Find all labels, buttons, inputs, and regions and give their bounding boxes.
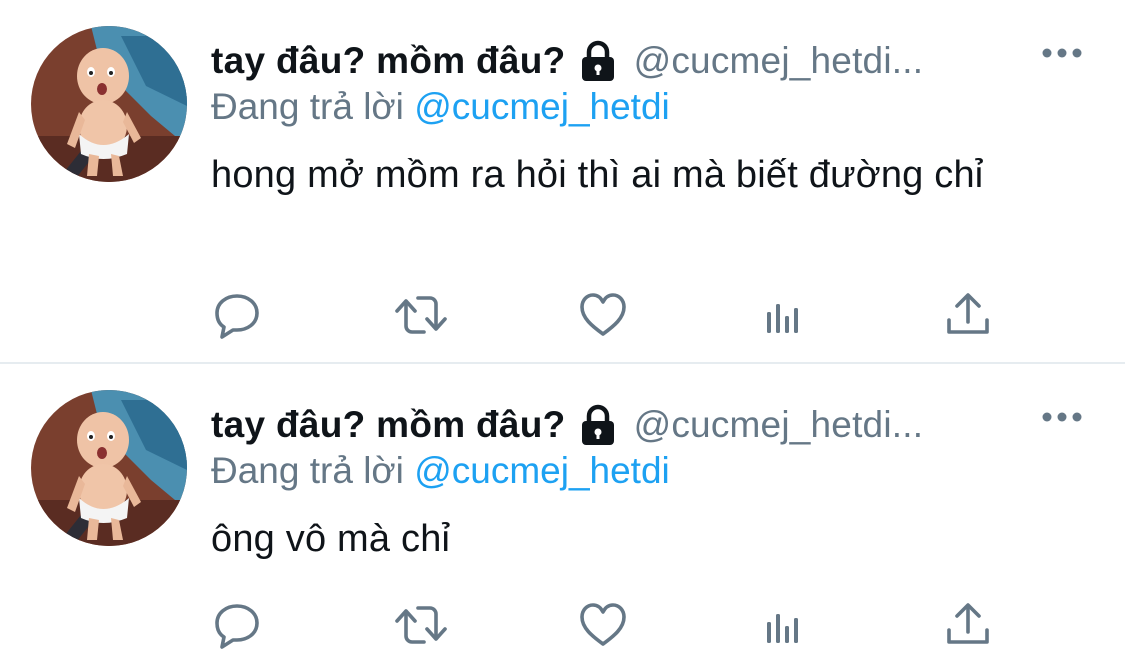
handle[interactable]: @cucmej_hetdi... xyxy=(634,400,924,450)
replying-to-prefix: Đang trả lời xyxy=(211,450,404,491)
lock-icon xyxy=(578,40,618,82)
retweet-icon xyxy=(395,296,447,334)
like-button[interactable] xyxy=(578,600,628,650)
retweet-icon xyxy=(395,606,447,644)
stats-icon xyxy=(767,614,798,643)
stats-button[interactable] xyxy=(761,600,811,650)
handle[interactable]: @cucmej_hetdi... xyxy=(634,36,924,86)
reply-to-handle[interactable]: @cucmej_hetdi xyxy=(414,86,670,127)
lock-icon xyxy=(578,404,618,446)
share-button[interactable] xyxy=(943,290,993,340)
like-button[interactable] xyxy=(578,290,628,340)
share-button[interactable] xyxy=(943,600,993,650)
tweet-header: tay đâu? mồm đâu? @cucmej_hetdi... xyxy=(211,400,1041,450)
share-icon xyxy=(947,293,989,334)
like-icon xyxy=(580,293,626,336)
share-icon xyxy=(947,603,989,644)
display-name[interactable]: tay đâu? mồm đâu? xyxy=(211,400,566,450)
reply-button[interactable] xyxy=(213,290,263,340)
tweet-text: hong mở mồm ra hỏi thì ai mà biết đường … xyxy=(211,154,984,196)
tweet[interactable]: tay đâu? mồm đâu? @cucmej_hetdi... Đang … xyxy=(0,0,1125,362)
avatar[interactable] xyxy=(31,26,187,182)
more-icon[interactable] xyxy=(1040,410,1084,424)
stats-icon xyxy=(767,304,798,333)
like-icon xyxy=(580,603,626,646)
tweet-header: tay đâu? mồm đâu? @cucmej_hetdi... xyxy=(211,36,1041,86)
reply-button[interactable] xyxy=(213,600,263,650)
tweet-text: ông vô mà chỉ xyxy=(211,518,451,560)
tweet[interactable]: tay đâu? mồm đâu? @cucmej_hetdi... Đang … xyxy=(0,364,1125,666)
reply-icon xyxy=(215,294,259,339)
stats-button[interactable] xyxy=(761,290,811,340)
more-icon[interactable] xyxy=(1040,46,1084,60)
retweet-button[interactable] xyxy=(394,290,447,340)
reply-icon xyxy=(215,604,259,649)
replying-to-prefix: Đang trả lời xyxy=(211,86,404,127)
replying-to: Đang trả lời @cucmej_hetdi xyxy=(211,82,670,132)
retweet-button[interactable] xyxy=(394,600,447,650)
replying-to: Đang trả lời @cucmej_hetdi xyxy=(211,446,670,496)
avatar[interactable] xyxy=(31,390,187,546)
display-name[interactable]: tay đâu? mồm đâu? xyxy=(211,36,566,86)
reply-to-handle[interactable]: @cucmej_hetdi xyxy=(414,450,670,491)
